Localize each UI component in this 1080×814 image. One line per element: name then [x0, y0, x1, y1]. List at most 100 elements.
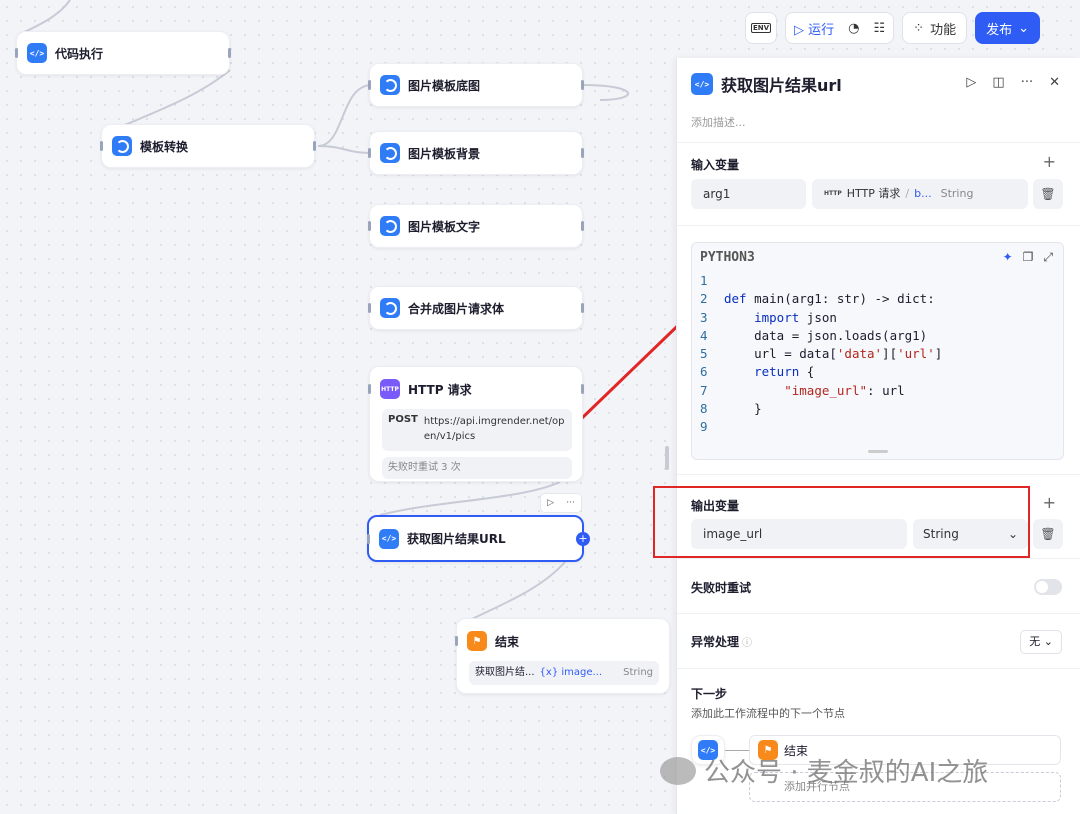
- publish-button[interactable]: 发布 ⌄: [975, 12, 1040, 44]
- run-button[interactable]: ▷ 运行: [794, 19, 834, 38]
- code-language[interactable]: PYTHON3: [700, 250, 755, 265]
- node-tpl-text[interactable]: 图片模板文字: [368, 204, 584, 248]
- run-node-icon[interactable]: ▷: [966, 75, 976, 90]
- run-node-icon[interactable]: ▷: [547, 498, 554, 508]
- node-title: 获取图片结果URL: [407, 532, 506, 546]
- exception-select[interactable]: 无 ⌄: [1020, 630, 1062, 654]
- history-icon[interactable]: ◔: [848, 21, 859, 36]
- feature-button[interactable]: ⁘ 功能: [902, 12, 968, 44]
- panel-title[interactable]: 获取图片结果url: [721, 72, 842, 96]
- input-port[interactable]: [368, 148, 371, 158]
- env-label: ENV: [750, 23, 772, 33]
- code-editor[interactable]: PYTHON3 ✦ ❐ ⤢ 1 2 def main(arg1: str) -> d…: [691, 242, 1064, 460]
- code-line[interactable]: 1: [700, 272, 942, 290]
- exception-label: 异常处理 ⓘ: [691, 633, 752, 650]
- node-title: 图片模板文字: [408, 219, 481, 234]
- expand-icon[interactable]: ⤢: [1043, 250, 1053, 265]
- input-port[interactable]: [368, 80, 371, 90]
- var-source: 获取图片结...: [475, 667, 535, 678]
- ref-field: b...: [914, 187, 932, 200]
- code-line[interactable]: 8 }: [700, 400, 942, 418]
- line-text: url = data['data']['url']: [724, 346, 943, 362]
- output-port[interactable]: [581, 80, 584, 90]
- next-step-subtitle: 添加此工作流程中的下一个节点: [691, 707, 845, 720]
- line-text: import json: [754, 309, 837, 325]
- template-icon: [380, 143, 400, 163]
- node-title: 图片模板底图: [408, 78, 481, 93]
- output-port[interactable]: [228, 48, 231, 58]
- input-variables-title: 输入变量: [691, 158, 740, 172]
- add-input-icon[interactable]: +: [1043, 152, 1056, 171]
- code-line[interactable]: 5 url = data['data']['url']: [700, 345, 942, 363]
- code-line[interactable]: 9: [700, 418, 942, 436]
- ai-sparkle-icon[interactable]: ✦: [1003, 250, 1013, 265]
- input-port[interactable]: [100, 141, 103, 151]
- retry-toggle[interactable]: [1034, 579, 1062, 595]
- close-icon[interactable]: ✕: [1049, 75, 1060, 90]
- feature-label: 功能: [930, 22, 957, 38]
- node-merge-body[interactable]: 合并成图片请求体: [368, 286, 584, 330]
- output-port[interactable]: [581, 148, 584, 158]
- help-icon[interactable]: ⓘ: [742, 638, 752, 649]
- line-text: data = json.loads(arg1): [724, 327, 928, 343]
- delete-output-icon[interactable]: 🗑: [1033, 519, 1063, 549]
- watermark: 公众号 · 麦金叔的AI之旅: [660, 752, 988, 789]
- run-group: ▷ 运行 ◔ ☷: [785, 12, 895, 44]
- line-number: 2: [700, 291, 708, 307]
- line-number: 6: [700, 364, 708, 380]
- code-icon: </>: [27, 43, 47, 63]
- line-number: 9: [700, 419, 708, 435]
- input-port[interactable]: [15, 48, 18, 58]
- split-view-icon[interactable]: ◫: [992, 75, 1004, 90]
- input-port[interactable]: [368, 303, 371, 313]
- input-var-reference[interactable]: HTTP HTTP 请求 / b... String: [812, 179, 1028, 209]
- wechat-icon: [660, 756, 696, 785]
- more-icon[interactable]: ···: [1021, 75, 1033, 90]
- node-tpl-base[interactable]: 图片模板底图: [368, 63, 584, 107]
- exception-value: 无: [1029, 635, 1041, 648]
- template-icon: [380, 75, 400, 95]
- node-title: 合并成图片请求体: [408, 301, 505, 316]
- add-output-icon[interactable]: +: [1043, 493, 1056, 512]
- node-title: 结束: [495, 634, 520, 649]
- delete-input-icon[interactable]: 🗑: [1033, 179, 1063, 209]
- output-port[interactable]: [581, 303, 584, 313]
- node-tpl-bg[interactable]: 图片模板背景: [368, 131, 584, 175]
- code-line[interactable]: 2 def main(arg1: str) -> dict:: [700, 290, 942, 308]
- node-config-panel: </> 获取图片结果url ▷ ◫ ··· ✕ 添加描述... 输入变量 + a…: [676, 58, 1080, 814]
- copy-icon[interactable]: ❐: [1023, 250, 1034, 265]
- connector-line: [725, 750, 749, 751]
- input-var-name-field[interactable]: arg1: [691, 179, 806, 209]
- http-icon: HTTP: [380, 379, 400, 399]
- more-icon[interactable]: ···: [566, 498, 575, 508]
- line-number: 8: [700, 401, 708, 417]
- node-end[interactable]: ⚑ 结束 获取图片结... {x} image... String: [455, 618, 670, 694]
- code-line[interactable]: 4 data = json.loads(arg1): [700, 327, 942, 345]
- description-input[interactable]: 添加描述...: [691, 114, 746, 130]
- code-line[interactable]: 6 return {: [700, 363, 942, 381]
- code-line[interactable]: 7 "image_url": url: [700, 382, 942, 400]
- checklist-icon[interactable]: ☷: [874, 21, 886, 36]
- line-number: 3: [700, 309, 708, 325]
- http-url: https://api.imgrender.net/open/v1/pics: [423, 416, 565, 442]
- output-port[interactable]: [313, 141, 316, 151]
- input-port[interactable]: [368, 221, 371, 231]
- divider: [677, 613, 1080, 614]
- node-title: 图片模板背景: [408, 146, 481, 161]
- http-icon: HTTP: [824, 190, 842, 197]
- code-line[interactable]: 3 import json: [700, 309, 942, 327]
- panel-resize-handle[interactable]: [665, 446, 669, 470]
- input-port[interactable]: [455, 636, 458, 646]
- node-code-exec[interactable]: </> 代码执行: [15, 31, 231, 75]
- code-lines[interactable]: 1 2 def main(arg1: str) -> dict: 3 import j…: [700, 272, 942, 437]
- input-port[interactable]: [368, 384, 371, 394]
- node-template-convert[interactable]: 模板转换: [100, 124, 316, 168]
- env-button[interactable]: ENV: [745, 12, 777, 44]
- node-get-image-url[interactable]: </> 获取图片结果URL +: [367, 515, 590, 562]
- editor-resize-handle[interactable]: [868, 450, 888, 453]
- add-next-node-icon[interactable]: +: [576, 531, 590, 546]
- node-http-request[interactable]: HTTP HTTP 请求 POST https://api.imgrender.n…: [368, 366, 584, 482]
- output-port[interactable]: [581, 221, 584, 231]
- input-port[interactable]: [367, 533, 370, 544]
- output-port[interactable]: [581, 384, 584, 394]
